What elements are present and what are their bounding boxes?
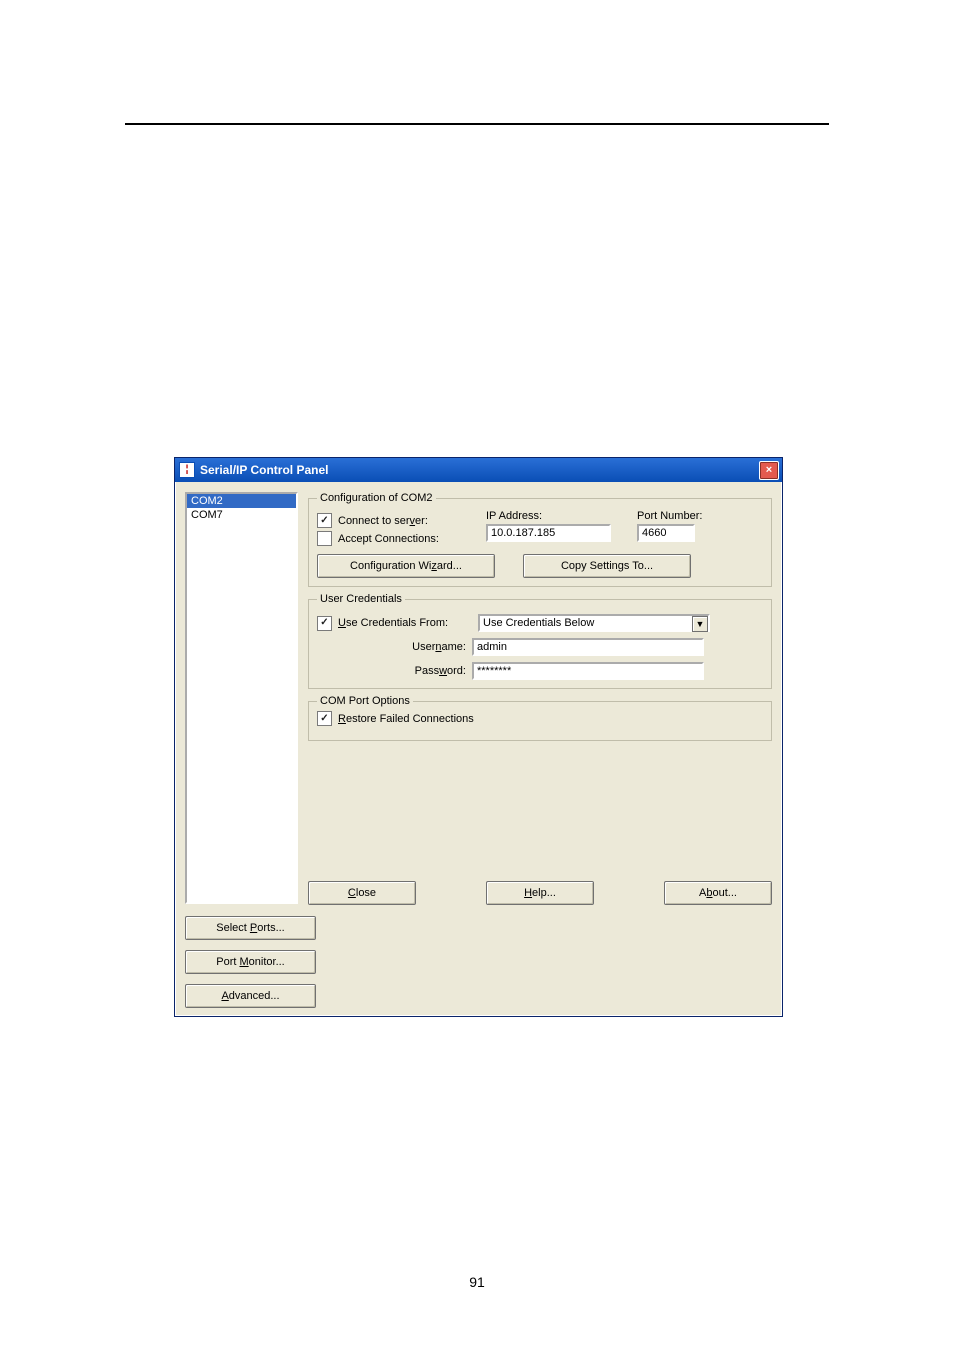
button-label: Close (348, 887, 376, 899)
username-input[interactable] (472, 638, 704, 656)
select-ports-button[interactable]: Select Ports... (185, 916, 316, 940)
restore-connections-checkbox[interactable] (317, 711, 332, 726)
accept-label: Accept Connections: (338, 533, 439, 545)
titlebar: ¦ Serial/IP Control Panel × (175, 458, 782, 482)
ip-label: IP Address: (486, 510, 611, 522)
list-item[interactable]: COM2 (187, 494, 296, 508)
com-port-options-group: COM Port Options Restore Failed Connecti… (308, 695, 772, 741)
button-label: Select Ports... (216, 922, 285, 934)
button-label: Help... (524, 887, 556, 899)
password-label: Password: (317, 665, 466, 677)
port-listbox[interactable]: COM2 COM7 (185, 492, 298, 904)
button-label: Configuration Wizard... (350, 560, 462, 572)
ip-address-input[interactable] (486, 524, 611, 542)
serialip-control-panel-dialog: ¦ Serial/IP Control Panel × COM2 COM7 Se… (174, 457, 783, 1017)
port-monitor-button[interactable]: Port Monitor... (185, 950, 316, 974)
advanced-button[interactable]: Advanced... (185, 984, 316, 1008)
app-icon: ¦ (179, 462, 195, 478)
creds-legend: User Credentials (317, 593, 405, 605)
user-credentials-group: User Credentials Use Credentials From: ▼… (308, 593, 772, 689)
button-label: Port Monitor... (216, 956, 284, 968)
close-button[interactable]: Close (308, 881, 416, 905)
configuration-wizard-button[interactable]: Configuration Wizard... (317, 554, 495, 578)
connect-label: Connect to server: (338, 515, 428, 527)
button-label: About... (699, 887, 737, 899)
use-credentials-label: Use Credentials From: (338, 617, 472, 629)
connect-checkbox[interactable] (317, 513, 332, 528)
username-label: Username: (317, 641, 466, 653)
password-input[interactable] (472, 662, 704, 680)
close-icon[interactable]: × (759, 461, 779, 480)
restore-connections-label: Restore Failed Connections (338, 713, 474, 725)
port-label: Port Number: (637, 510, 702, 522)
accept-checkbox[interactable] (317, 531, 332, 546)
about-button[interactable]: About... (664, 881, 772, 905)
list-item[interactable]: COM7 (187, 508, 296, 522)
chevron-down-icon[interactable]: ▼ (692, 616, 708, 632)
horizontal-rule (125, 123, 829, 125)
page-number: 91 (0, 1274, 954, 1290)
button-label: Advanced... (221, 990, 279, 1002)
window-title: Serial/IP Control Panel (200, 463, 759, 477)
credentials-from-select[interactable]: ▼ (478, 614, 710, 632)
com-options-legend: COM Port Options (317, 695, 413, 707)
copy-settings-button[interactable]: Copy Settings To... (523, 554, 691, 578)
config-legend: Configuration of COM2 (317, 492, 436, 504)
port-number-input[interactable] (637, 524, 695, 542)
use-credentials-checkbox[interactable] (317, 616, 332, 631)
credentials-from-value[interactable] (478, 614, 710, 632)
help-button[interactable]: Help... (486, 881, 594, 905)
button-label: Copy Settings To... (561, 560, 653, 572)
configuration-group: Configuration of COM2 Connect to server:… (308, 492, 772, 587)
